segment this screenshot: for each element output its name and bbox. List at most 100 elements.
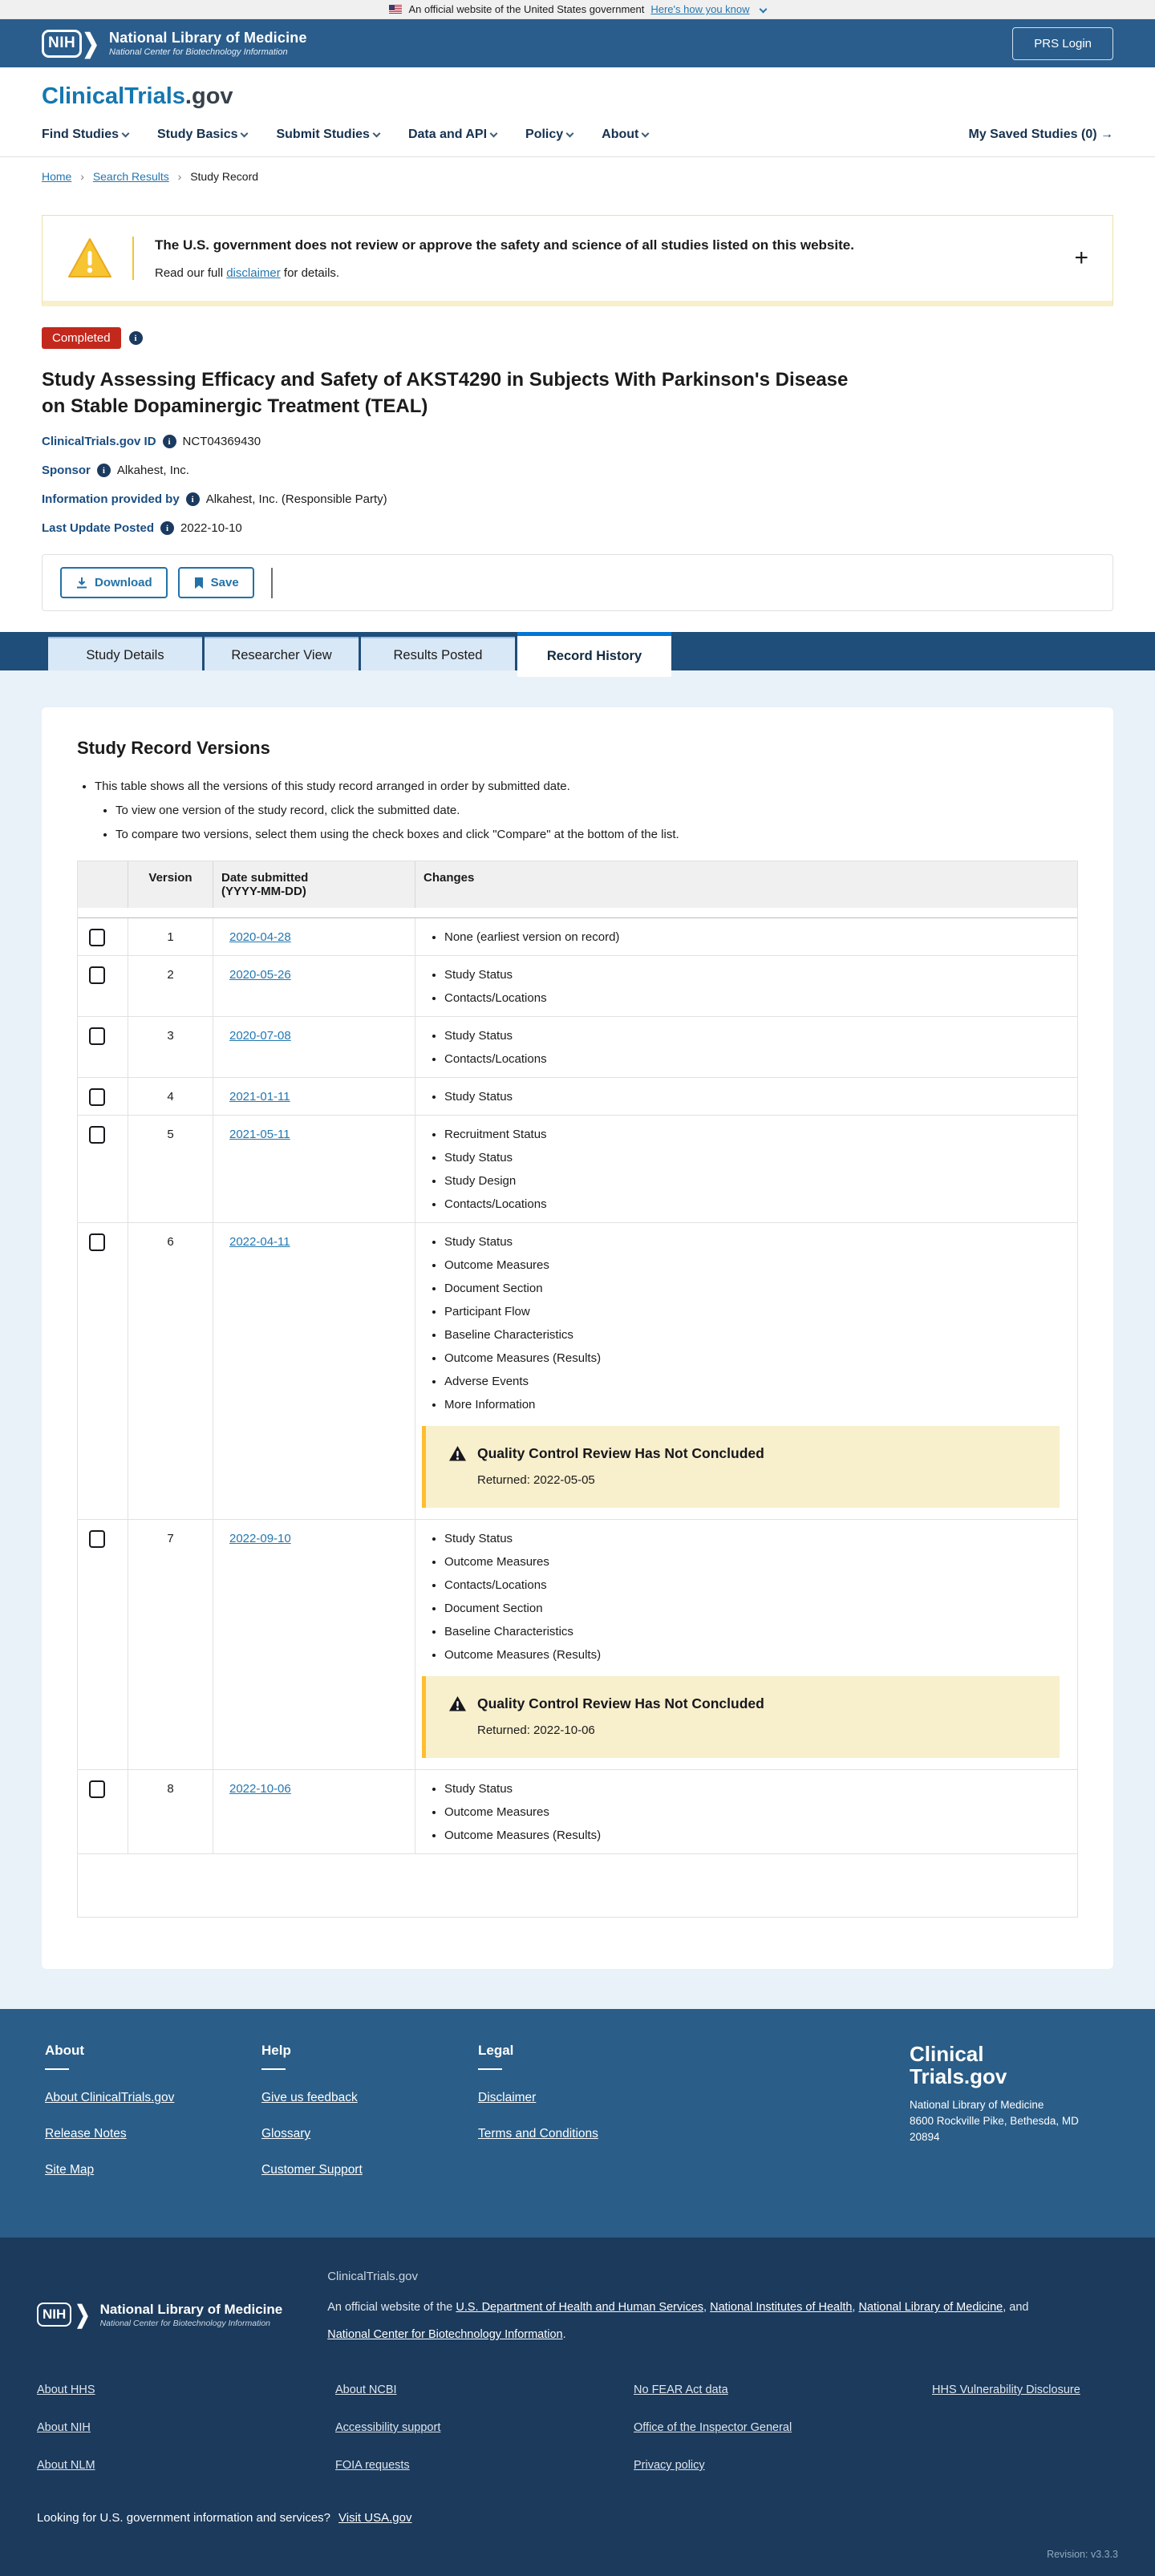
footer-link-disclaimer[interactable]: Disclaimer bbox=[478, 2091, 695, 2105]
visit-usa-gov-link[interactable]: Visit USA.gov bbox=[338, 2511, 411, 2525]
nav-item-submit-studies[interactable]: Submit Studies bbox=[276, 128, 381, 142]
nih-logo-chevron: ❯ bbox=[82, 27, 100, 59]
footer-link-accessibility-support[interactable]: Accessibility support bbox=[335, 2421, 634, 2434]
info-icon[interactable]: i bbox=[185, 492, 200, 507]
change-item: Contacts/Locations bbox=[444, 1578, 1060, 1592]
divider bbox=[132, 237, 134, 280]
official-link-u-s-department-of-health-and-human-services[interactable]: U.S. Department of Health and Human Serv… bbox=[456, 2301, 703, 2314]
chevron-down-icon bbox=[121, 129, 130, 138]
tab-record-history[interactable]: Record History bbox=[517, 632, 671, 678]
my-saved-studies-link[interactable]: My Saved Studies (0) → bbox=[969, 128, 1114, 142]
info-icon[interactable]: i bbox=[160, 521, 175, 536]
change-item: Study Status bbox=[444, 968, 1060, 982]
chevron-down-icon bbox=[241, 129, 249, 138]
nav-item-find-studies[interactable]: Find Studies bbox=[42, 128, 130, 142]
tab-study-details[interactable]: Study Details bbox=[48, 637, 202, 671]
chevron-down-icon bbox=[759, 5, 767, 14]
quality-control-warning: Quality Control Review Has Not Concluded… bbox=[422, 1426, 1060, 1509]
chevron-down-icon bbox=[565, 129, 574, 138]
version-row-1: 1 2020-04-28 None (earliest version on rec… bbox=[78, 918, 1077, 957]
heres-how-you-know-link[interactable]: Here's how you know bbox=[650, 3, 749, 15]
footer-link-about-ncbi[interactable]: About NCBI bbox=[335, 2384, 634, 2396]
nlm-footer: NIH ❯ National Library of Medicine Natio… bbox=[0, 2238, 1155, 2576]
revision-label: Revision: v3.3.3 bbox=[1047, 2548, 1118, 2560]
footer-link-hhs-vulnerability-disclosure[interactable]: HHS Vulnerability Disclosure bbox=[932, 2384, 1118, 2396]
nav-item-about[interactable]: About bbox=[602, 128, 650, 142]
version-date-link[interactable]: 2022-10-06 bbox=[229, 1782, 291, 1796]
disclaimer-title: The U.S. government does not review or a… bbox=[155, 237, 854, 253]
nav-item-policy[interactable]: Policy bbox=[525, 128, 574, 142]
footer-link-release-notes[interactable]: Release Notes bbox=[45, 2127, 261, 2141]
compare-checkbox-version-6[interactable] bbox=[89, 1233, 105, 1252]
version-date-link[interactable]: 2021-01-11 bbox=[229, 1090, 290, 1104]
footer-link-about-hhs[interactable]: About HHS bbox=[37, 2384, 335, 2396]
changes-list: Recruitment Status Study Status Study Desi… bbox=[444, 1128, 1060, 1211]
nih-logo[interactable]: NIH ❯ bbox=[42, 27, 100, 59]
footer-link-foia-requests[interactable]: FOIA requests bbox=[335, 2459, 634, 2472]
usa-gov-banner: An official website of the United States… bbox=[0, 0, 1155, 19]
prs-login-button[interactable]: PRS Login bbox=[1012, 26, 1113, 60]
change-item: Adverse Events bbox=[444, 1375, 1060, 1388]
version-row-4: 4 2021-01-11 Study Status bbox=[78, 1078, 1077, 1116]
version-date-link[interactable]: 2020-07-08 bbox=[229, 1029, 291, 1043]
compare-checkbox-version-1[interactable] bbox=[89, 929, 105, 947]
nav-item-data-and-api[interactable]: Data and API bbox=[408, 128, 498, 142]
clinicaltrials-logo[interactable]: ClinicalTrials.gov bbox=[42, 83, 1113, 110]
version-date-link[interactable]: 2021-05-11 bbox=[229, 1128, 290, 1141]
official-link-national-institutes-of-health[interactable]: National Institutes of Health bbox=[710, 2301, 852, 2314]
footer-link-about-nlm[interactable]: About NLM bbox=[37, 2459, 335, 2472]
footer-link-about-nih[interactable]: About NIH bbox=[37, 2421, 335, 2434]
compare-checkbox-version-4[interactable] bbox=[89, 1088, 105, 1107]
footer-link-give-us-feedback[interactable]: Give us feedback bbox=[261, 2091, 478, 2105]
tab-researcher-view[interactable]: Researcher View bbox=[205, 637, 359, 671]
compare-checkbox-version-7[interactable] bbox=[89, 1530, 105, 1549]
change-item: Baseline Characteristics bbox=[444, 1328, 1060, 1342]
version-date-link[interactable]: 2022-04-11 bbox=[229, 1235, 290, 1249]
footer-address: National Library of Medicine 8600 Rockvi… bbox=[910, 2099, 1079, 2143]
tab-results-posted[interactable]: Results Posted bbox=[361, 637, 515, 671]
column-header-changes: Changes bbox=[415, 861, 1077, 909]
disclaimer-link[interactable]: disclaimer bbox=[226, 266, 281, 280]
study-id-value: NCT04369430 bbox=[182, 435, 261, 449]
compare-checkbox-version-2[interactable] bbox=[89, 966, 105, 985]
banner-text: An official website of the United States… bbox=[408, 3, 645, 15]
sponsor-label: Sponsor bbox=[42, 464, 91, 478]
official-link-national-library-of-medicine[interactable]: National Library of Medicine bbox=[858, 2301, 1003, 2314]
breadcrumb-current: Study Record bbox=[190, 170, 259, 183]
version-date-link[interactable]: 2020-04-28 bbox=[229, 930, 291, 944]
nlm-footer-logo[interactable]: NIH ❯ National Library of Medicine Natio… bbox=[37, 2281, 282, 2348]
breadcrumb-home-link[interactable]: Home bbox=[42, 170, 71, 183]
footer-column-about: About About ClinicalTrials.gov Release Not… bbox=[45, 2043, 261, 2199]
save-button[interactable]: Save bbox=[177, 567, 254, 599]
info-icon[interactable]: i bbox=[128, 331, 143, 345]
breadcrumb-search-results-link[interactable]: Search Results bbox=[93, 170, 169, 183]
footer-link-customer-support[interactable]: Customer Support bbox=[261, 2163, 478, 2177]
compare-checkbox-version-8[interactable] bbox=[89, 1780, 105, 1799]
official-link-national-center-for-biotechnology-information[interactable]: National Center for Biotechnology Inform… bbox=[327, 2328, 562, 2341]
change-item: More Information bbox=[444, 1398, 1060, 1412]
footer-link-privacy-policy[interactable]: Privacy policy bbox=[634, 2459, 932, 2472]
compare-checkbox-version-5[interactable] bbox=[89, 1126, 105, 1144]
expand-disclaimer-button[interactable]: + bbox=[1074, 246, 1088, 270]
nlm-subtitle: National Center for Biotechnology Inform… bbox=[99, 2318, 271, 2328]
version-number: 7 bbox=[128, 1520, 213, 1770]
footer-link-site-map[interactable]: Site Map bbox=[45, 2163, 261, 2177]
info-icon[interactable]: i bbox=[162, 435, 176, 449]
changes-list: Study Status Outcome Measures Contacts/Loc… bbox=[444, 1532, 1060, 1662]
warning-triangle-icon bbox=[449, 1696, 466, 1711]
changes-list: None (earliest version on record) bbox=[444, 930, 1060, 944]
study-actions-toolbar: Download Save bbox=[42, 554, 1113, 612]
version-date-link[interactable]: 2020-05-26 bbox=[229, 968, 291, 982]
footer-link-terms-and-conditions[interactable]: Terms and Conditions bbox=[478, 2127, 695, 2141]
nav-item-study-basics[interactable]: Study Basics bbox=[157, 128, 249, 142]
changes-list: Study Status bbox=[444, 1090, 1060, 1104]
compare-checkbox-version-3[interactable] bbox=[89, 1027, 105, 1046]
version-date-link[interactable]: 2022-09-10 bbox=[229, 1532, 291, 1545]
footer-link-about-clinicaltrials-gov[interactable]: About ClinicalTrials.gov bbox=[45, 2091, 261, 2105]
footer-link-office-of-the-inspector-general[interactable]: Office of the Inspector General bbox=[634, 2421, 932, 2434]
footer-link-no-fear-act-data[interactable]: No FEAR Act data bbox=[634, 2384, 932, 2396]
version-number: 1 bbox=[128, 918, 213, 956]
download-button[interactable]: Download bbox=[60, 567, 168, 599]
info-icon[interactable]: i bbox=[96, 464, 111, 478]
footer-link-glossary[interactable]: Glossary bbox=[261, 2127, 478, 2141]
